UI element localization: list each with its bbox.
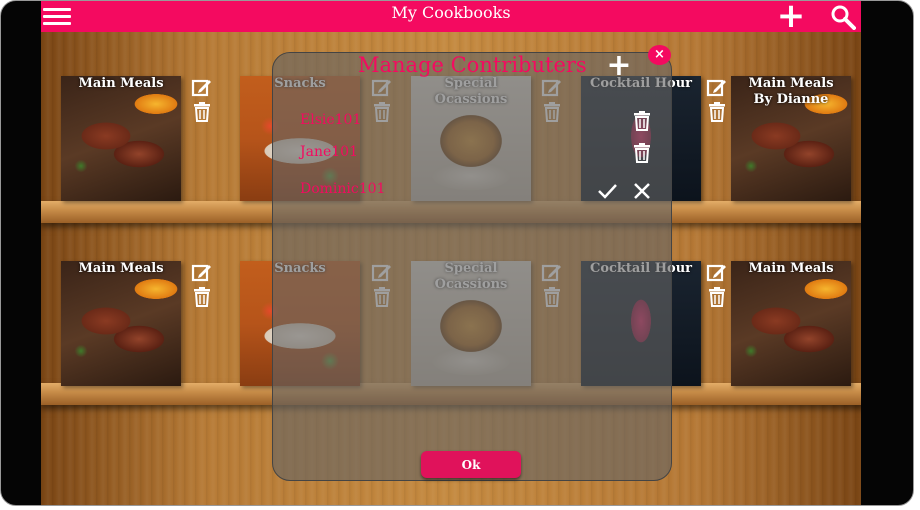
edit-icon[interactable] (706, 261, 728, 283)
remove-contributor-trash-icon[interactable] (631, 142, 653, 164)
check-icon[interactable] (596, 180, 618, 202)
contributor-name: Elsie101 (300, 112, 362, 128)
cookbook-cover-image (61, 76, 181, 201)
dialog-title: Manage Contributers (358, 53, 587, 77)
cookbook-card[interactable]: Main Meals (731, 261, 851, 386)
app-title: My Cookbooks (391, 3, 511, 22)
remove-contributor-trash-icon[interactable] (631, 110, 653, 132)
cookbook-card[interactable]: Main Meals By Dianne (731, 76, 851, 201)
app-screen: My Cookbooks + Main MealsSnacksSpecial O… (41, 1, 861, 505)
add-cookbook-icon[interactable]: + (774, 1, 808, 33)
cookbook-title: Main Meals By Dianne (748, 76, 834, 107)
ok-button[interactable]: Ok (421, 451, 521, 478)
device-frame: My Cookbooks + Main MealsSnacksSpecial O… (0, 0, 914, 506)
close-dialog-button[interactable]: × (648, 45, 671, 65)
cookbook-cover-image (731, 261, 851, 386)
edit-icon[interactable] (191, 76, 213, 98)
trash-icon[interactable] (191, 101, 213, 123)
cookbook-cover-image (61, 261, 181, 386)
trash-icon[interactable] (706, 101, 728, 123)
search-icon[interactable] (830, 4, 856, 30)
close-icon[interactable] (631, 180, 653, 202)
cookbook-title: Main Meals (78, 261, 164, 276)
top-app-bar: My Cookbooks + (41, 1, 861, 33)
contributor-name: Jane101 (300, 144, 358, 160)
edit-icon[interactable] (706, 76, 728, 98)
cookbook-title: Main Meals (78, 76, 164, 91)
trash-icon[interactable] (191, 286, 213, 308)
edit-icon[interactable] (191, 261, 213, 283)
add-contributor-button[interactable]: + (604, 51, 634, 81)
cookbook-title: Main Meals (748, 261, 834, 276)
cookbook-card[interactable]: Main Meals (61, 261, 181, 386)
cookbook-card[interactable]: Main Meals (61, 76, 181, 201)
contributor-name: Dominic101 (300, 181, 386, 197)
trash-icon[interactable] (706, 286, 728, 308)
